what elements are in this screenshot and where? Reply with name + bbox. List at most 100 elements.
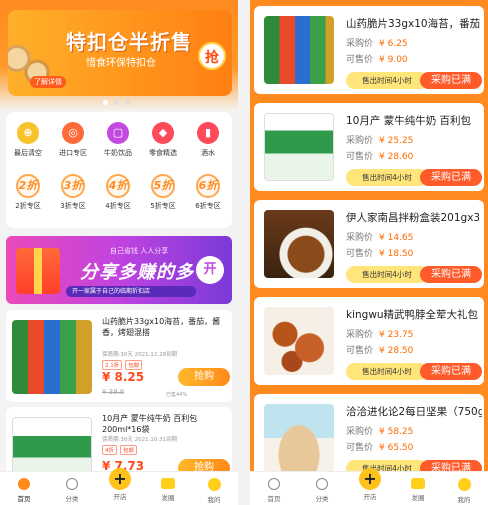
sale-price: ¥ 65.50 — [379, 443, 414, 453]
sale-price-row: 可售价 ¥ 28.60 — [346, 149, 413, 162]
discount-item[interactable]: 6折 6折专区 — [186, 174, 230, 211]
tab-home[interactable]: 首页 — [250, 472, 298, 503]
category-item[interactable]: ▮ 酒水 — [186, 122, 230, 158]
promo-banner[interactable]: 了解详情 特扣仓半折售 惜食环保特扣仓 抢 — [8, 10, 232, 96]
purchase-price: ¥ 23.75 — [379, 330, 414, 340]
discount-badge: 4折 — [106, 174, 130, 198]
carousel-dot[interactable] — [103, 100, 108, 105]
purchase-full-button[interactable]: 采购已满 — [420, 363, 482, 380]
purchase-price-label: 采购价 — [346, 39, 374, 49]
tab-home[interactable]: 首页 — [0, 472, 48, 503]
purchase-price-row: 采购价 ¥ 6.25 — [346, 36, 408, 49]
profile-icon — [457, 478, 471, 491]
purchase-price-label: 采购价 — [346, 136, 374, 146]
plus-icon: + — [109, 468, 131, 490]
purchase-price-row: 采购价 ¥ 23.75 — [346, 327, 413, 340]
purchase-price-label: 采购价 — [346, 233, 374, 243]
basketball-icon: ◎ — [62, 122, 84, 144]
sell-time-badge: 售出时间4小时 — [346, 169, 428, 186]
product-card[interactable]: 10月产 蒙牛纯牛奶 百利包 200ml*16袋 保质期:30天 2021.10… — [6, 407, 232, 491]
category-item[interactable]: ⊕ 最后清空 — [6, 122, 50, 158]
banner-grab-button[interactable]: 抢 — [198, 42, 226, 70]
tab-label: 开店 — [113, 493, 127, 501]
tab-open-store[interactable]: + 开店 — [346, 468, 394, 501]
original-price: ¥ 39.8 — [102, 388, 125, 396]
carousel-dot[interactable] — [114, 100, 119, 105]
purchase-full-button[interactable]: 采购已满 — [420, 266, 482, 283]
purchase-price: ¥ 58.25 — [379, 427, 414, 437]
sale-price-row: 可售价 ¥ 28.50 — [346, 343, 413, 356]
banner-more-link[interactable]: 了解详情 — [30, 76, 66, 88]
sell-time-badge: 售出时间4小时 — [346, 72, 428, 89]
purchase-card[interactable]: 山药脆片33gx10海苔，番茄 采购价 ¥ 6.25 可售价 ¥ 9.00 售出时间… — [254, 6, 484, 94]
shipping-tag: 包邮 — [120, 445, 138, 455]
sell-time-badge: 售出时间4小时 — [346, 363, 428, 380]
discount-badge: 5折 — [151, 174, 175, 198]
category-item[interactable]: ◎ 进口专区 — [51, 122, 95, 158]
purchase-card[interactable]: 伊人家南昌拌粉盒装201gx3 采购价 ¥ 14.65 可售价 ¥ 18.50 售出… — [254, 200, 484, 288]
tab-me[interactable]: 我的 — [190, 472, 238, 504]
share-banner[interactable]: 自己省钱 人人分享 分享多赚的多 开 开一家属于自己的临期折扣店 — [6, 236, 232, 304]
bottle-icon: ▮ — [197, 122, 219, 144]
sale-price: ¥ 9.00 — [379, 55, 408, 65]
category-label: 最后清空 — [14, 149, 42, 157]
category-item[interactable]: ▢ 牛奶饮品 — [96, 122, 140, 158]
discount-item[interactable]: 2折 2折专区 — [6, 174, 50, 211]
home-icon — [268, 478, 280, 490]
tab-moments[interactable]: 发圈 — [144, 472, 192, 502]
discount-label: 4折专区 — [105, 202, 131, 210]
category-icon — [316, 478, 328, 490]
home-icon — [18, 478, 30, 490]
product-tags: 2.1折 包邮 — [102, 360, 143, 370]
product-image — [264, 210, 334, 278]
tab-label: 发圈 — [411, 494, 425, 502]
purchase-price-row: 采购价 ¥ 58.25 — [346, 424, 413, 437]
category-icon — [66, 478, 78, 490]
discount-label: 5折专区 — [150, 202, 176, 210]
discount-item[interactable]: 3折 3折专区 — [51, 174, 95, 211]
product-image — [264, 404, 334, 472]
share-caption: 开一家属于自己的临期折扣店 — [66, 286, 196, 297]
tab-moments[interactable]: 发圈 — [394, 472, 442, 502]
discount-item[interactable]: 5折 5折专区 — [141, 174, 185, 211]
purchase-price-row: 采购价 ¥ 25.25 — [346, 133, 413, 146]
tab-label: 分类 — [315, 495, 329, 503]
snack-icon: ◆ — [152, 122, 174, 144]
banner-subtitle: 惜食环保特扣仓 — [86, 58, 156, 69]
purchase-full-button[interactable]: 采购已满 — [420, 169, 482, 186]
tab-category[interactable]: 分类 — [48, 472, 96, 503]
product-tags: 4折 包邮 — [102, 445, 138, 455]
sale-price-row: 可售价 ¥ 9.00 — [346, 52, 408, 65]
sell-time-badge: 售出时间4小时 — [346, 266, 428, 283]
product-card[interactable]: 山药脆片33gx10海苔，番茄，酱香，烤翅混搭 保质期:30天 2021.12.… — [6, 310, 232, 402]
purchase-price: ¥ 14.65 — [379, 233, 414, 243]
purchase-card[interactable]: kingwu精武鸭脖全荤大礼包 采购价 ¥ 23.75 可售价 ¥ 28.50 售出… — [254, 297, 484, 385]
category-label: 零食精选 — [149, 149, 177, 157]
share-tagline: 自己省钱 人人分享 — [110, 247, 169, 255]
product-image — [264, 16, 334, 84]
profile-icon — [207, 478, 221, 491]
product-name: 10月产 蒙牛纯牛奶 百利包 200ml*16袋 — [102, 414, 198, 434]
screen-divider — [238, 0, 250, 505]
tab-open-store[interactable]: + 开店 — [96, 468, 144, 501]
tab-label: 首页 — [17, 495, 31, 503]
share-open-button[interactable]: 开 — [196, 256, 224, 284]
tab-me[interactable]: 我的 — [440, 472, 488, 504]
gift-box-icon — [16, 248, 60, 294]
purchase-full-button[interactable]: 采购已满 — [420, 72, 482, 89]
product-name: 伊人家南昌拌粉盒装201gx3 — [346, 212, 481, 224]
category-label: 酒水 — [201, 149, 215, 157]
purchase-price-row: 采购价 ¥ 14.65 — [346, 230, 413, 243]
tab-category[interactable]: 分类 — [298, 472, 346, 503]
discount-tag: 4折 — [102, 445, 117, 455]
sale-price-label: 可售价 — [346, 346, 374, 356]
discount-item[interactable]: 4折 4折专区 — [96, 174, 140, 211]
tab-label: 首页 — [267, 495, 281, 503]
carousel-dot[interactable] — [125, 100, 130, 105]
category-item[interactable]: ◆ 零食精选 — [141, 122, 185, 158]
buy-button[interactable]: 抢购 — [178, 368, 230, 386]
purchase-card[interactable]: 10月产 蒙牛纯牛奶 百利包 采购价 ¥ 25.25 可售价 ¥ 28.60 售出时… — [254, 103, 484, 191]
category-card: ⊕ 最后清空 ◎ 进口专区 ▢ 牛奶饮品 ◆ 零食精选 ▮ 酒水 2折 2折专区 3折 3折专… — [6, 112, 232, 228]
cart-icon: ⊕ — [17, 122, 39, 144]
product-expiry: 保质期:30天 2021.12.28到期 — [102, 352, 178, 358]
